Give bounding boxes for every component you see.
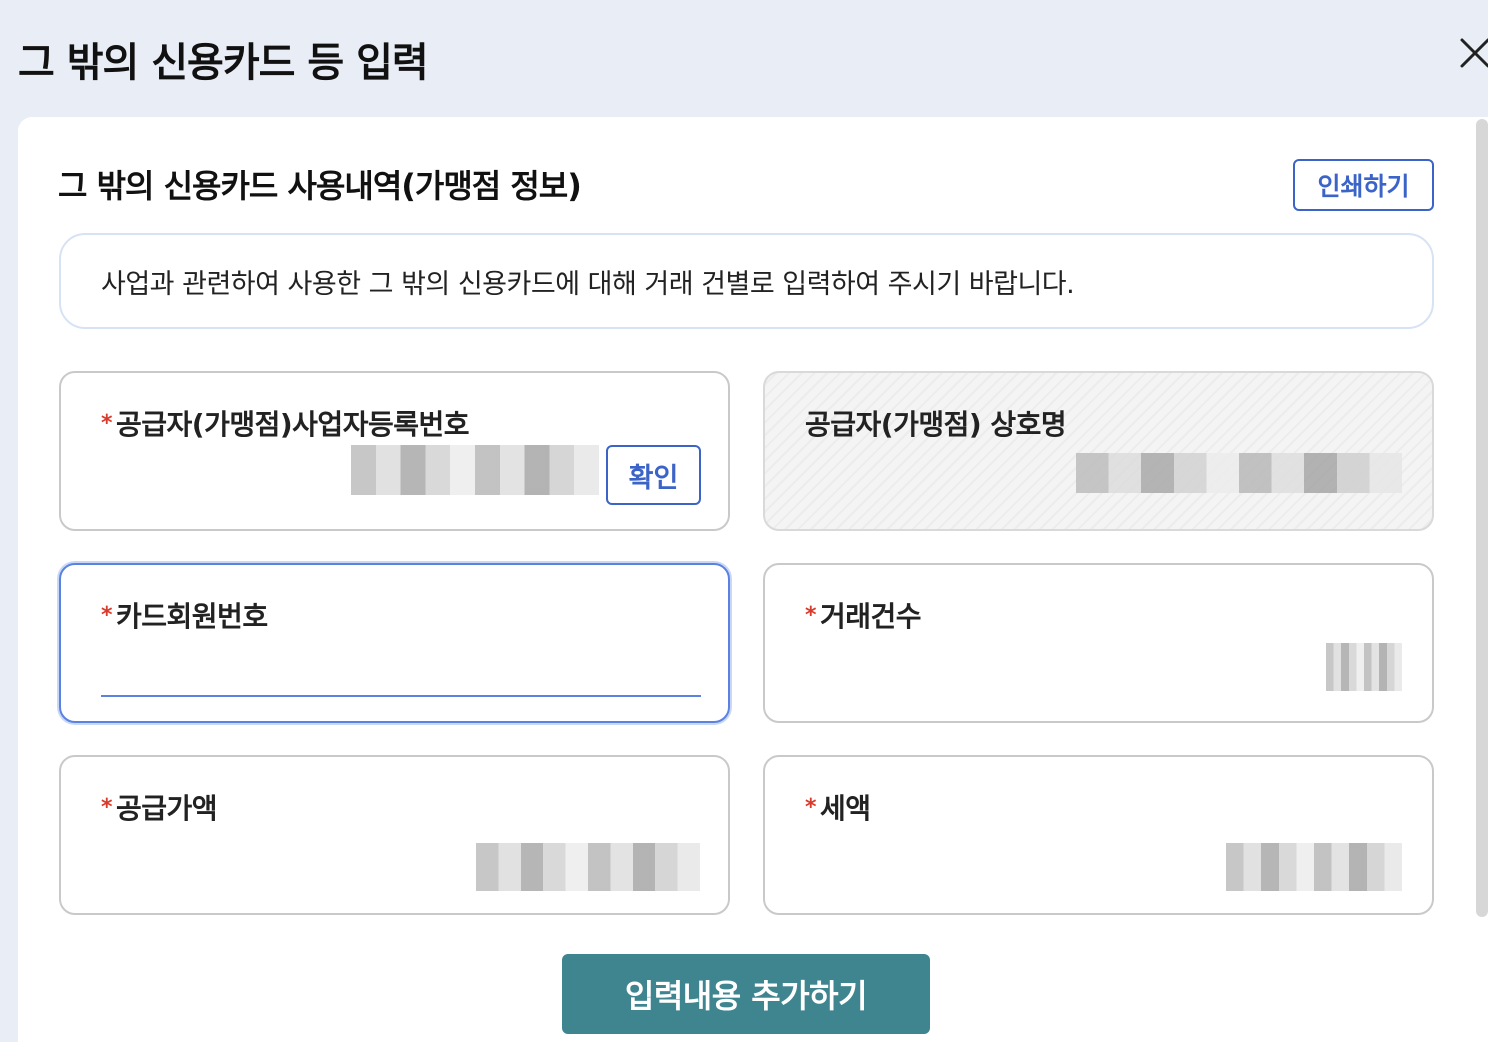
required-marker: *: [101, 794, 113, 820]
notice-box: 사업과 관련하여 사용한 그 밖의 신용카드에 대해 거래 건별로 입력하여 주…: [59, 233, 1434, 329]
biz-no-value-redacted: [351, 445, 599, 495]
card-no-input[interactable]: [101, 695, 701, 697]
notice-text: 사업과 관련하여 사용한 그 밖의 신용카드에 대해 거래 건별로 입력하여 주…: [101, 268, 1075, 300]
supply-amount-value-redacted: [476, 843, 700, 891]
tx-count-value-redacted: [1326, 643, 1402, 691]
tax-value-redacted: [1226, 843, 1402, 891]
required-marker: *: [805, 794, 817, 820]
card-no-label: * 카드회원번호: [101, 600, 268, 633]
supply-amount-field[interactable]: * 공급가액: [59, 755, 730, 915]
section-title: 그 밖의 신용카드 사용내역(가맹점 정보): [58, 167, 582, 205]
tx-count-label: * 거래건수: [805, 600, 922, 633]
print-button[interactable]: 인쇄하기: [1293, 159, 1434, 211]
required-marker: *: [101, 410, 113, 436]
close-icon[interactable]: [1452, 32, 1488, 76]
store-name-label: 공급자(가맹점) 상호명: [805, 408, 1067, 441]
card-no-field[interactable]: * 카드회원번호: [59, 563, 730, 723]
tx-count-field[interactable]: * 거래건수: [763, 563, 1434, 723]
store-name-field: 공급자(가맹점) 상호명: [763, 371, 1434, 531]
biz-no-field[interactable]: * 공급자(가맹점)사업자등록번호 확인: [59, 371, 730, 531]
modal-header: 그 밖의 신용카드 등 입력: [0, 0, 1488, 117]
required-marker: *: [805, 602, 817, 628]
tax-label: * 세액: [805, 792, 871, 825]
store-name-value-redacted: [1076, 453, 1402, 493]
scrollbar[interactable]: [1476, 119, 1488, 917]
biz-no-label: * 공급자(가맹점)사업자등록번호: [101, 408, 469, 441]
modal-title: 그 밖의 신용카드 등 입력: [18, 40, 429, 86]
add-entry-button[interactable]: 입력내용 추가하기: [562, 954, 930, 1034]
supply-amount-label: * 공급가액: [101, 792, 218, 825]
required-marker: *: [101, 602, 113, 628]
modal-body: 그 밖의 신용카드 사용내역(가맹점 정보) 인쇄하기 사업과 관련하여 사용한…: [18, 117, 1488, 1042]
tax-field[interactable]: * 세액: [763, 755, 1434, 915]
confirm-button[interactable]: 확인: [606, 445, 701, 505]
